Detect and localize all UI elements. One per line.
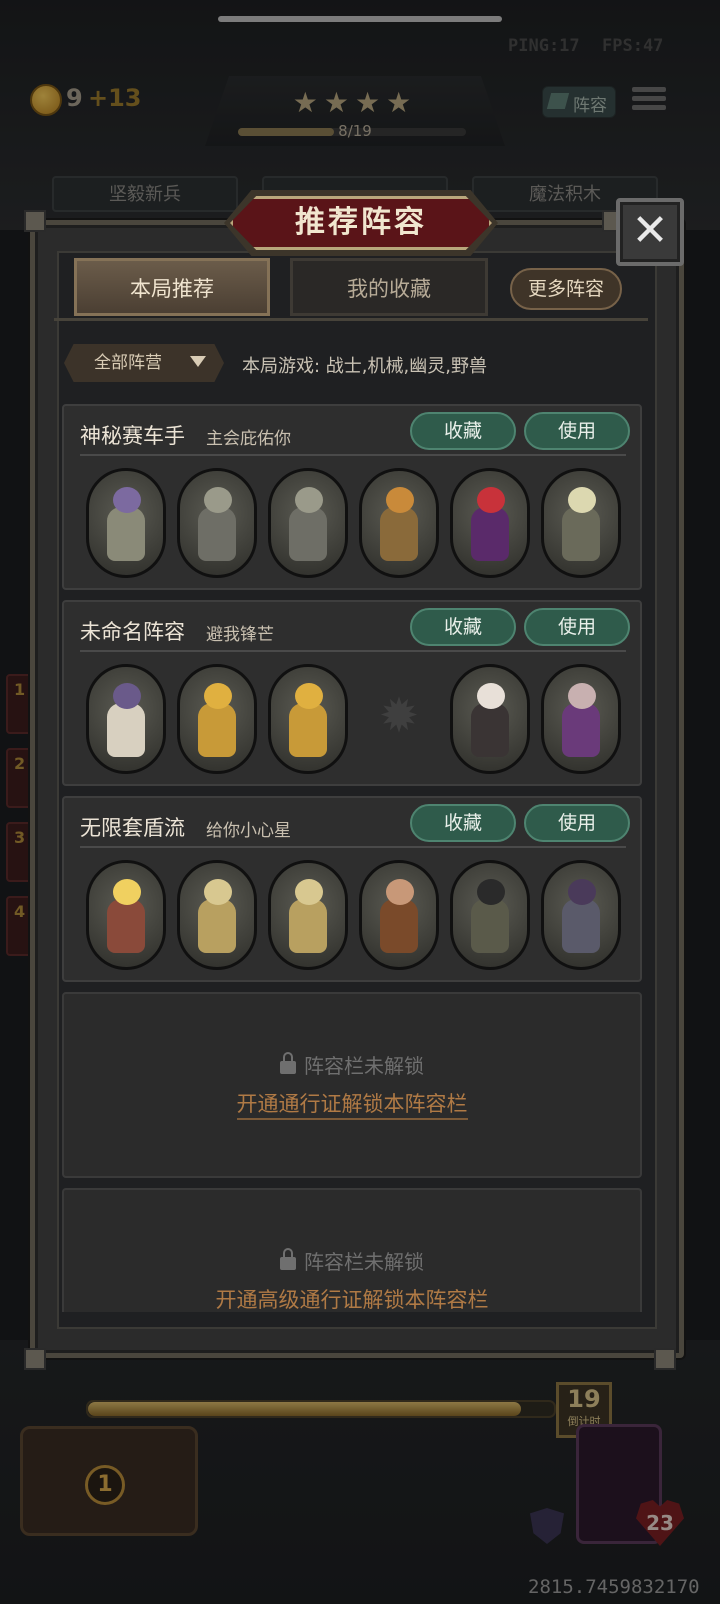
lineup-name: 无限套盾流 bbox=[80, 816, 185, 840]
unlock-pass-link-text[interactable]: 开通通行证解锁本阵容栏 bbox=[236, 1092, 468, 1120]
unit-head bbox=[295, 487, 323, 513]
lineup-name: 未命名阵容 bbox=[80, 620, 185, 644]
unit-head bbox=[386, 487, 414, 513]
lineup-name: 神秘赛车手 bbox=[80, 424, 185, 448]
favorite-button[interactable]: 收藏 bbox=[410, 804, 516, 842]
unit-body bbox=[289, 703, 327, 757]
unit-head bbox=[204, 487, 232, 513]
unit-body bbox=[471, 507, 509, 561]
unit-portrait[interactable] bbox=[86, 468, 166, 578]
favorite-button[interactable]: 收藏 bbox=[410, 412, 516, 450]
lineup-card: 未命名阵容 避我锋芒 收藏 使用 ✹ bbox=[62, 600, 642, 786]
more-lineups-button[interactable]: 更多阵容 bbox=[510, 268, 622, 310]
faction-filter-label: 全部阵营 bbox=[94, 353, 162, 373]
lock-icon bbox=[280, 1052, 296, 1074]
unit-portrait[interactable] bbox=[541, 664, 621, 774]
lineup-subtitle: 避我锋芒 bbox=[206, 625, 274, 645]
unit-body bbox=[107, 507, 145, 561]
locked-label: 阵容栏未解锁 bbox=[64, 1246, 640, 1275]
locked-label: 阵容栏未解锁 bbox=[64, 1050, 640, 1079]
unit-head bbox=[477, 683, 505, 709]
unit-head bbox=[113, 879, 141, 905]
use-button[interactable]: 使用 bbox=[524, 412, 630, 450]
unit-portrait[interactable] bbox=[450, 860, 530, 970]
locked-label-text: 阵容栏未解锁 bbox=[304, 1250, 424, 1274]
dialog-title: 推荐阵容 bbox=[295, 205, 427, 240]
unit-portrait[interactable] bbox=[177, 468, 257, 578]
unlock-pass-link[interactable]: 开通通行证解锁本阵容栏 bbox=[64, 1088, 640, 1120]
lineup-card: 神秘赛车手 主会庇佑你 收藏 使用 bbox=[62, 404, 642, 590]
unit-portrait[interactable] bbox=[268, 860, 348, 970]
chevron-down-icon bbox=[190, 356, 206, 367]
unit-head bbox=[386, 879, 414, 905]
lineup-subtitle: 主会庇佑你 bbox=[206, 429, 291, 449]
unit-head bbox=[204, 683, 232, 709]
favorite-button[interactable]: 收藏 bbox=[410, 608, 516, 646]
unlock-premium-pass-link[interactable]: 开通高级通行证解锁本阵容栏 bbox=[64, 1284, 640, 1312]
unit-head bbox=[568, 487, 596, 513]
lineup-subtitle: 给你小心星 bbox=[206, 821, 291, 841]
unit-portrait[interactable] bbox=[268, 664, 348, 774]
close-button[interactable]: ✕ bbox=[616, 198, 684, 266]
close-icon: ✕ bbox=[631, 205, 669, 256]
unit-head bbox=[477, 487, 505, 513]
faction-filter-dropdown[interactable]: 全部阵营 bbox=[64, 344, 224, 382]
unit-body bbox=[107, 703, 145, 757]
unit-body bbox=[380, 507, 418, 561]
unit-body bbox=[198, 703, 236, 757]
use-button[interactable]: 使用 bbox=[524, 804, 630, 842]
game-factions-info: 本局游戏: 战士,机械,幽灵,野兽 bbox=[242, 356, 487, 377]
unit-head bbox=[113, 683, 141, 709]
unit-portrait[interactable] bbox=[450, 468, 530, 578]
empty-unit-slot-icon: ✹ bbox=[378, 688, 420, 744]
unit-head bbox=[477, 879, 505, 905]
unit-body bbox=[471, 899, 509, 953]
locked-lineup-slot: 阵容栏未解锁 开通通行证解锁本阵容栏 bbox=[62, 992, 642, 1178]
tab-my-favorites[interactable]: 我的收藏 bbox=[290, 258, 488, 316]
locked-label-text: 阵容栏未解锁 bbox=[304, 1054, 424, 1078]
unit-body bbox=[107, 899, 145, 953]
unit-body bbox=[562, 703, 600, 757]
unit-head bbox=[204, 879, 232, 905]
unit-portrait[interactable] bbox=[359, 468, 439, 578]
unit-portrait[interactable] bbox=[86, 860, 166, 970]
tab-divider bbox=[54, 318, 648, 321]
use-button[interactable]: 使用 bbox=[524, 608, 630, 646]
unit-body bbox=[471, 703, 509, 757]
unit-body bbox=[562, 899, 600, 953]
unit-portrait[interactable] bbox=[359, 860, 439, 970]
unit-head bbox=[568, 879, 596, 905]
unit-portrait[interactable] bbox=[86, 664, 166, 774]
unit-body bbox=[289, 507, 327, 561]
unit-body bbox=[198, 899, 236, 953]
unit-body bbox=[289, 899, 327, 953]
unit-portrait[interactable] bbox=[268, 468, 348, 578]
card-divider bbox=[80, 650, 626, 652]
unit-portrait[interactable] bbox=[541, 468, 621, 578]
unit-body bbox=[380, 899, 418, 953]
lock-icon bbox=[280, 1248, 296, 1270]
unit-portrait[interactable] bbox=[541, 860, 621, 970]
unit-head bbox=[113, 487, 141, 513]
unit-head bbox=[568, 683, 596, 709]
unlock-premium-pass-link-text[interactable]: 开通高级通行证解锁本阵容栏 bbox=[215, 1288, 489, 1312]
unit-head bbox=[295, 683, 323, 709]
unit-body bbox=[562, 507, 600, 561]
locked-lineup-slot: 阵容栏未解锁 开通高级通行证解锁本阵容栏 bbox=[62, 1188, 642, 1312]
unit-portrait[interactable] bbox=[450, 664, 530, 774]
card-divider bbox=[80, 454, 626, 456]
lineup-card: 无限套盾流 给你小心星 收藏 使用 bbox=[62, 796, 642, 982]
frame-corner bbox=[654, 1348, 676, 1370]
frame-corner bbox=[24, 210, 46, 232]
unit-portrait[interactable] bbox=[177, 664, 257, 774]
unit-head bbox=[295, 879, 323, 905]
unit-portrait[interactable] bbox=[177, 860, 257, 970]
frame-corner bbox=[24, 1348, 46, 1370]
card-divider bbox=[80, 846, 626, 848]
unit-body bbox=[198, 507, 236, 561]
tab-this-game[interactable]: 本局推荐 bbox=[74, 258, 270, 316]
